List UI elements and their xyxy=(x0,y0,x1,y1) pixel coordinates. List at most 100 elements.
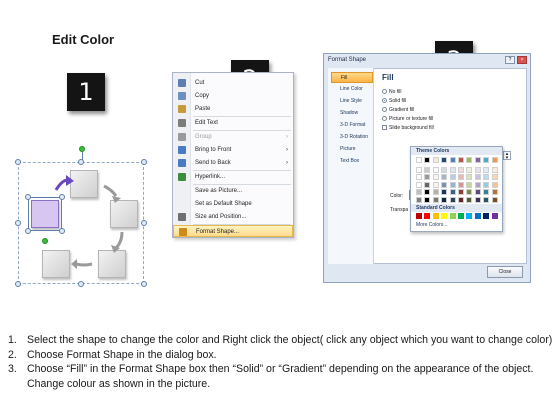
color-swatch[interactable] xyxy=(483,181,490,188)
color-swatch[interactable] xyxy=(416,181,422,188)
standard-color-swatch[interactable] xyxy=(491,213,498,219)
color-swatch[interactable] xyxy=(491,181,498,188)
color-swatch[interactable] xyxy=(491,166,498,173)
color-swatch[interactable] xyxy=(483,189,490,195)
color-swatch[interactable] xyxy=(483,166,490,173)
fill-option-gradient-fill[interactable]: Gradient fill xyxy=(382,106,414,114)
color-swatch[interactable] xyxy=(449,196,456,203)
menu-item-format-shape[interactable]: Format Shape... xyxy=(173,225,293,237)
color-swatch[interactable] xyxy=(432,166,439,173)
color-swatch[interactable] xyxy=(491,174,498,180)
color-swatch[interactable] xyxy=(466,157,473,163)
color-swatch[interactable] xyxy=(424,181,431,188)
menu-item-bring-to-front[interactable]: Bring to Front › xyxy=(173,144,293,156)
radio-button[interactable] xyxy=(382,89,387,94)
nav-item-fill[interactable]: Fill xyxy=(331,72,373,83)
nav-item-text-box[interactable]: Text Box xyxy=(331,156,373,167)
color-swatch[interactable] xyxy=(466,189,473,195)
color-swatch[interactable] xyxy=(449,166,456,173)
standard-color-swatch[interactable] xyxy=(483,213,490,219)
fill-option-no-fill[interactable]: No fill xyxy=(382,88,402,96)
color-swatch[interactable] xyxy=(474,174,481,180)
checkbox[interactable] xyxy=(382,125,387,130)
color-swatch[interactable] xyxy=(432,181,439,188)
color-swatch[interactable] xyxy=(441,174,448,180)
color-swatch[interactable] xyxy=(416,196,422,203)
color-swatch[interactable] xyxy=(416,174,422,180)
color-swatch[interactable] xyxy=(458,181,464,188)
fill-option-slide-background-fill[interactable]: Slide background fill xyxy=(382,124,434,132)
standard-color-swatch[interactable] xyxy=(458,213,464,219)
close-icon[interactable]: × xyxy=(517,56,527,64)
menu-item-save-as-picture[interactable]: Save as Picture... xyxy=(173,185,293,197)
color-swatch[interactable] xyxy=(458,157,464,163)
color-swatch[interactable] xyxy=(441,157,448,163)
menu-item-size-and-position[interactable]: Size and Position... xyxy=(173,211,293,223)
color-swatch[interactable] xyxy=(441,196,448,203)
color-swatch[interactable] xyxy=(474,166,481,173)
close-button[interactable]: Close xyxy=(487,266,523,278)
color-swatch[interactable] xyxy=(424,157,431,163)
menu-item-hyperlink[interactable]: Hyperlink... xyxy=(173,171,293,183)
color-swatch[interactable] xyxy=(483,174,490,180)
color-swatch[interactable] xyxy=(458,189,464,195)
menu-item-group[interactable]: Group › xyxy=(173,131,293,143)
color-swatch[interactable] xyxy=(432,157,439,163)
color-swatch[interactable] xyxy=(466,196,473,203)
color-swatch[interactable] xyxy=(416,189,422,195)
color-swatch[interactable] xyxy=(424,166,431,173)
nav-item-3-d-rotation[interactable]: 3-D Rotation xyxy=(331,132,373,143)
color-swatch[interactable] xyxy=(449,157,456,163)
radio-button[interactable] xyxy=(382,107,387,112)
color-swatch[interactable] xyxy=(416,157,422,163)
nav-item-line-color[interactable]: Line Color xyxy=(331,84,373,95)
color-swatch[interactable] xyxy=(474,181,481,188)
color-swatch[interactable] xyxy=(491,189,498,195)
color-swatch[interactable] xyxy=(424,189,431,195)
color-swatch[interactable] xyxy=(449,174,456,180)
color-swatch[interactable] xyxy=(441,166,448,173)
menu-item-set-as-default-shape[interactable]: Set as Default Shape xyxy=(173,198,293,210)
color-swatch[interactable] xyxy=(466,166,473,173)
standard-color-swatch[interactable] xyxy=(466,213,473,219)
color-swatch[interactable] xyxy=(449,189,456,195)
menu-item-cut[interactable]: Cut xyxy=(173,77,293,89)
standard-color-swatch[interactable] xyxy=(416,213,422,219)
color-swatch[interactable] xyxy=(483,157,490,163)
color-swatch[interactable] xyxy=(432,174,439,180)
radio-button[interactable] xyxy=(382,116,387,121)
color-swatch[interactable] xyxy=(458,166,464,173)
color-swatch[interactable] xyxy=(416,166,422,173)
color-swatch[interactable] xyxy=(466,174,473,180)
color-swatch[interactable] xyxy=(483,196,490,203)
nav-item-line-style[interactable]: Line Style xyxy=(331,96,373,107)
nav-item-shadow[interactable]: Shadow xyxy=(331,108,373,119)
transparency-spinner[interactable]: ▴ ▾ xyxy=(503,151,511,161)
color-swatch[interactable] xyxy=(474,157,481,163)
standard-color-swatch[interactable] xyxy=(432,213,439,219)
more-colors-link[interactable]: More Colors... xyxy=(416,222,447,228)
fill-option-solid-fill[interactable]: Solid fill xyxy=(382,97,406,105)
color-swatch[interactable] xyxy=(432,189,439,195)
color-swatch[interactable] xyxy=(432,196,439,203)
color-swatch[interactable] xyxy=(474,189,481,195)
standard-color-swatch[interactable] xyxy=(474,213,481,219)
color-swatch[interactable] xyxy=(491,157,498,163)
nav-item-3-d-format[interactable]: 3-D Format xyxy=(331,120,373,131)
menu-item-paste[interactable]: Paste xyxy=(173,103,293,115)
standard-color-swatch[interactable] xyxy=(424,213,431,219)
help-button[interactable]: ? xyxy=(505,56,515,64)
nav-item-picture[interactable]: Picture xyxy=(331,144,373,155)
standard-color-swatch[interactable] xyxy=(441,213,448,219)
menu-item-send-to-back[interactable]: Send to Back › xyxy=(173,157,293,169)
menu-item-edit-text[interactable]: Edit Text xyxy=(173,117,293,129)
color-swatch[interactable] xyxy=(466,181,473,188)
standard-color-swatch[interactable] xyxy=(449,213,456,219)
fill-option-picture-or-texture-fill[interactable]: Picture or texture fill xyxy=(382,115,433,123)
color-swatch[interactable] xyxy=(449,181,456,188)
menu-item-copy[interactable]: Copy xyxy=(173,90,293,102)
radio-button[interactable] xyxy=(382,98,387,103)
color-swatch[interactable] xyxy=(441,189,448,195)
color-swatch[interactable] xyxy=(458,174,464,180)
color-swatch[interactable] xyxy=(458,196,464,203)
